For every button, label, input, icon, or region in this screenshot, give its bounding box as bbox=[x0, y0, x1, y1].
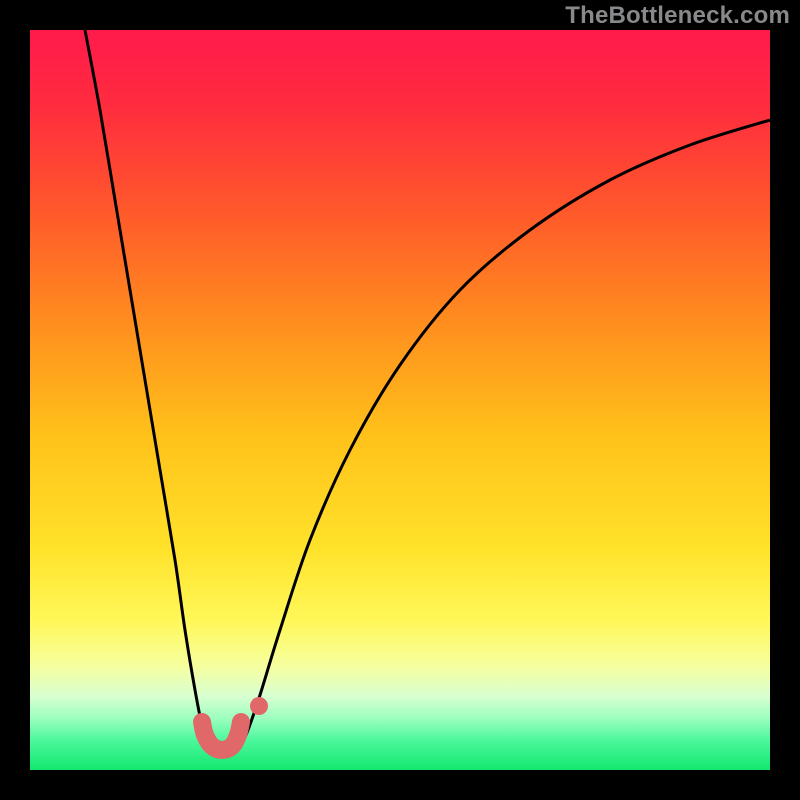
chart-svg bbox=[30, 30, 770, 770]
marker-dot bbox=[250, 697, 268, 715]
chart-plot-area bbox=[30, 30, 770, 770]
watermark-text: TheBottleneck.com bbox=[565, 2, 790, 30]
chart-frame: TheBottleneck.com bbox=[0, 0, 800, 800]
chart-background bbox=[30, 30, 770, 770]
